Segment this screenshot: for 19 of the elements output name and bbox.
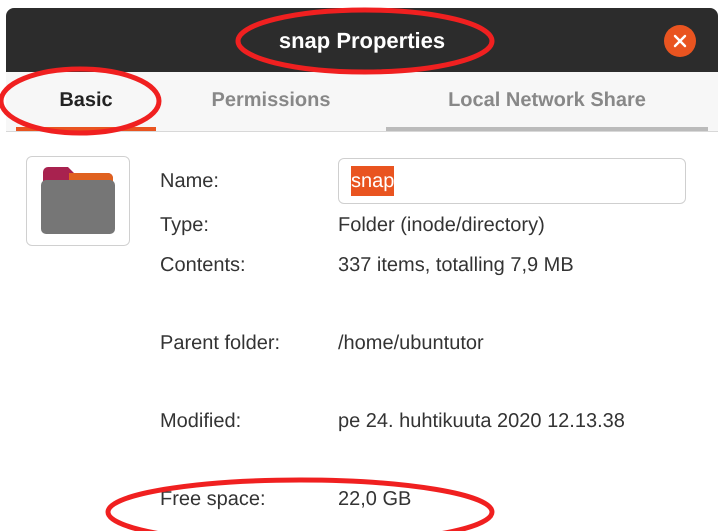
property-label: Name: <box>160 169 220 194</box>
property-label: Free space: <box>160 487 267 512</box>
close-button[interactable] <box>664 25 696 57</box>
property-label: Modified: <box>160 409 242 434</box>
property-value: pe 24. huhtikuuta 2020 12.13.38 <box>338 409 625 434</box>
close-icon <box>673 34 687 48</box>
property-value: 22,0 GB <box>338 487 412 512</box>
property-value: /home/ubuntutor <box>338 331 484 356</box>
window-title: snap Properties <box>278 26 446 55</box>
property-value: 337 items, totalling 7,9 MB <box>338 253 574 278</box>
property-label: Type: <box>160 213 210 238</box>
tab[interactable]: Local Network Share <box>386 72 708 131</box>
property-value: Folder (inode/directory) <box>338 213 545 238</box>
property-label: Contents: <box>160 253 247 278</box>
tab[interactable]: Permissions <box>156 72 386 131</box>
property-label: Parent folder: <box>160 331 282 356</box>
name-field[interactable]: snap <box>338 158 686 204</box>
folder-icon <box>39 166 117 236</box>
tab[interactable]: Basic <box>16 72 156 131</box>
